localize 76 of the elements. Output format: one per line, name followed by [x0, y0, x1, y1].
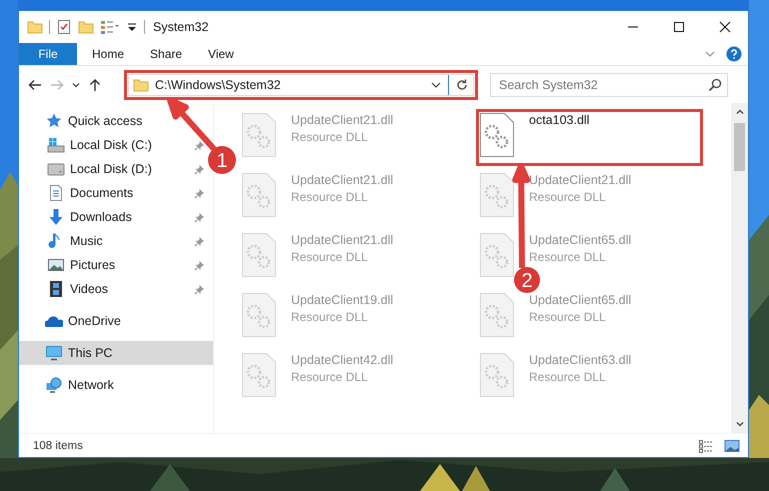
file-name: UpdateClient19.dll [291, 293, 394, 307]
file-name: UpdateClient65.dll [529, 293, 632, 307]
pin-icon[interactable] [194, 140, 205, 150]
gear-file-icon [241, 292, 277, 338]
ribbon-tab[interactable]: View [195, 43, 247, 65]
system-drive-icon [47, 136, 65, 154]
sidebar-item[interactable]: Downloads [19, 205, 213, 229]
file-name: UpdateClient63.dll [529, 353, 632, 367]
sidebar-item[interactable]: Quick access [19, 109, 213, 133]
computer-icon [45, 344, 63, 362]
file-name: octa103.dll [529, 113, 590, 127]
maximize-icon [673, 21, 685, 33]
file-name: UpdateClient21.dll [291, 113, 394, 127]
document-icon [47, 184, 65, 202]
item-count: 108 items [33, 440, 83, 452]
gear-file-icon [241, 112, 277, 158]
file-type: Resource DLL [291, 310, 369, 324]
pin-icon[interactable] [194, 188, 205, 198]
ribbon-tab[interactable]: Share [137, 43, 196, 65]
file-type: Resource DLL [291, 190, 369, 204]
file-menu-button[interactable]: File [19, 43, 77, 65]
gear-file-icon [241, 172, 277, 218]
picture-icon [47, 256, 65, 274]
address-field[interactable]: C:\Windows\System32 [128, 74, 474, 96]
checklist-icon[interactable] [56, 19, 72, 35]
view-options-icon[interactable] [100, 19, 120, 35]
step-number: 1 [208, 146, 236, 174]
file-type: Resource DLL [529, 310, 607, 324]
file-item[interactable]: octa103.dll [479, 112, 700, 158]
folder-icon [133, 76, 149, 92]
close-icon [719, 21, 731, 33]
gear-file-icon [241, 232, 277, 278]
large-icons-view-icon[interactable] [724, 438, 740, 454]
file-name: UpdateClient65.dll [529, 233, 632, 247]
refresh-button[interactable] [455, 78, 469, 92]
gear-file-icon [479, 232, 515, 278]
scrollbar[interactable] [731, 103, 748, 433]
help-icon[interactable] [726, 46, 742, 62]
gear-file-icon [241, 352, 277, 398]
file-type: Resource DLL [529, 250, 607, 264]
ribbon-tab[interactable]: Home [79, 43, 138, 65]
pin-icon[interactable] [194, 284, 205, 294]
step-number: 2 [514, 267, 540, 293]
sidebar-item[interactable]: Pictures [19, 253, 213, 277]
file-type: Resource DLL [529, 370, 607, 384]
pin-icon[interactable] [194, 236, 205, 246]
sidebar-item[interactable]: Videos [19, 277, 213, 301]
video-icon [47, 280, 65, 298]
scroll-thumb[interactable] [734, 123, 745, 171]
sidebar-item[interactable]: This PC [19, 341, 213, 365]
network-icon [45, 376, 63, 394]
sidebar-item[interactable]: OneDrive [19, 309, 213, 333]
customize-caret-icon[interactable] [126, 21, 138, 33]
file-name: UpdateClient21.dll [529, 173, 632, 187]
file-type: Resource DLL [291, 370, 369, 384]
gear-file-icon [479, 172, 515, 218]
details-view-icon[interactable] [698, 438, 714, 454]
file-name: UpdateClient21.dll [291, 233, 394, 247]
pin-icon[interactable] [194, 212, 205, 222]
star-icon [45, 112, 63, 130]
pin-icon[interactable] [194, 164, 205, 174]
gear-file-icon [479, 352, 515, 398]
file-name: UpdateClient42.dll [291, 353, 394, 367]
file-name: UpdateClient21.dll [291, 173, 394, 187]
sidebar-item[interactable]: Music [19, 229, 213, 253]
sidebar-item[interactable]: Network [19, 373, 213, 397]
file-type: Resource DLL [291, 250, 369, 264]
gear-file-icon [479, 112, 515, 158]
gear-file-icon [479, 292, 515, 338]
file-type: Resource DLL [291, 130, 369, 144]
pin-icon[interactable] [194, 260, 205, 270]
scroll-down-icon[interactable] [734, 419, 744, 429]
file-type: Resource DLL [529, 190, 607, 204]
window-title: System32 [153, 20, 209, 34]
download-icon [47, 208, 65, 226]
sidebar-item[interactable]: Documents [19, 181, 213, 205]
